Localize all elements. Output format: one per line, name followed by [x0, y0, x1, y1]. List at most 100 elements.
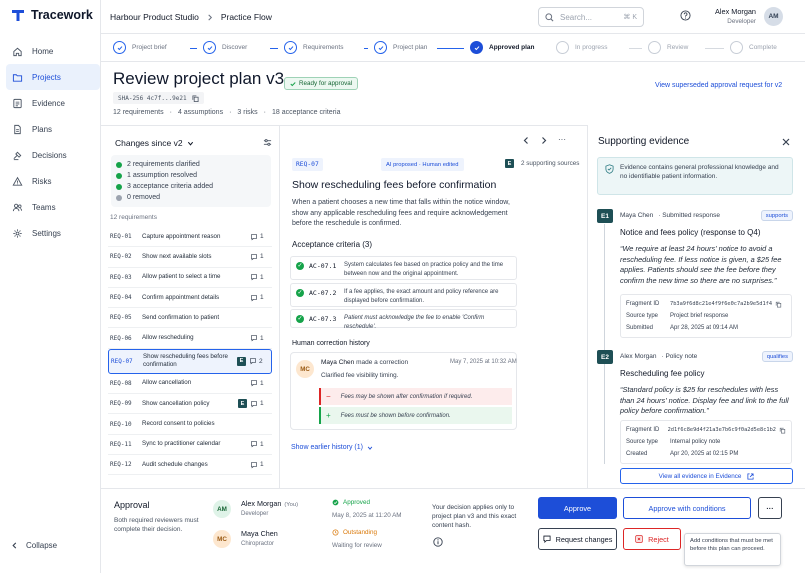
copy-icon[interactable] — [192, 94, 199, 102]
changes-title: Changes since v2 — [115, 138, 183, 148]
step-label: Review — [667, 44, 689, 51]
comment-count-value: 1 — [260, 461, 264, 469]
sidebar-item-plans[interactable]: Plans — [6, 116, 100, 142]
sidebar-item-projects[interactable]: Projects — [6, 64, 100, 90]
requirement-row[interactable]: REQ-09 Show cancellation policy E 1 — [108, 394, 272, 415]
step-in-progress[interactable]: In progress — [556, 41, 608, 54]
requirement-row[interactable]: REQ-07 Show rescheduling fees before conf… — [108, 348, 272, 374]
requirement-id: REQ-03 — [110, 273, 132, 281]
step-complete[interactable]: Complete — [730, 41, 777, 54]
request-changes-button[interactable]: Request changes — [538, 528, 617, 550]
close-icon[interactable] — [782, 138, 790, 146]
field-row: Source type Internal policy note — [626, 436, 786, 448]
comment-icon — [250, 461, 258, 469]
step-review[interactable]: Review — [648, 41, 688, 54]
breadcrumb-workspace[interactable]: Harbour Product Studio — [110, 12, 199, 22]
app-name: Tracework — [31, 8, 93, 22]
app-logo[interactable]: Tracework — [11, 8, 93, 22]
changes-dropdown[interactable]: Changes since v2 — [115, 138, 194, 148]
sidebar-item-teams[interactable]: Teams — [6, 194, 100, 220]
meta-item: 12 requirements — [113, 109, 164, 116]
breadcrumb-project[interactable]: Practice Flow — [221, 12, 272, 22]
avatar[interactable]: AM — [764, 7, 783, 26]
step-project-plan[interactable]: Project plan — [374, 41, 427, 54]
view-all-evidence-button[interactable]: View all evidence in Evidence — [620, 468, 793, 484]
requirement-name: Allow patient to select a time — [142, 273, 221, 281]
evidence-author: Maya Chen — [620, 212, 654, 219]
status-dot-icon — [116, 194, 122, 201]
external-link-icon — [747, 472, 754, 480]
sidebar-item-settings[interactable]: Settings — [6, 220, 100, 246]
user-menu[interactable]: Alex Morgan Developer — [713, 7, 756, 25]
requirement-row[interactable]: REQ-01 Capture appointment reason 1 — [108, 227, 272, 248]
diff-added: + Fees must be shown before confirmation… — [319, 407, 512, 424]
supporting-sources[interactable]: E 2 supporting sources — [505, 159, 579, 168]
evidence-quote: “Standard policy is $25 for reschedules … — [620, 385, 789, 415]
sidebar-item-risks[interactable]: Risks — [6, 168, 100, 194]
search-shortcut: ⌘ K — [623, 14, 637, 21]
approve-button[interactable]: Approve — [538, 497, 617, 519]
filter-icon[interactable] — [263, 138, 272, 147]
history-note: Clarified fee visibility timing. — [321, 372, 399, 379]
requirement-row[interactable]: REQ-12 Audit schedule changes 1 — [108, 455, 272, 476]
help-icon[interactable] — [680, 10, 691, 21]
requirement-row[interactable]: REQ-02 Show next available slots 1 — [108, 247, 272, 268]
search-input[interactable]: Search... ⌘ K — [538, 7, 644, 27]
check-circle-icon: ✓ — [296, 315, 304, 323]
document-icon — [12, 124, 23, 135]
field-row: Fragment ID 2d1f6c8e9d4f21a3e7b6c9f0a2d5e… — [626, 424, 786, 436]
sidebar-item-evidence[interactable]: Evidence — [6, 90, 100, 116]
reviewer-you: (You) — [284, 502, 299, 508]
field-row: Created Apr 20, 2025 at 02:15 PM — [626, 448, 786, 460]
sidebar-item-decisions[interactable]: Decisions — [6, 142, 100, 168]
superseded-link[interactable]: View superseded approval request for v2 — [655, 82, 782, 89]
sidebar-item-label: Teams — [32, 202, 56, 212]
sidebar-item-label: Settings — [32, 228, 61, 238]
warning-icon — [12, 176, 23, 187]
comment-count: 1 — [250, 461, 272, 469]
show-earlier-history[interactable]: Show earlier history (1) — [291, 444, 373, 451]
collapse-button[interactable]: Collapse — [11, 541, 57, 550]
requirement-description: When a patient chooses a new time that f… — [292, 199, 510, 227]
requirement-row[interactable]: REQ-03 Allow patient to select a time 1 — [108, 268, 272, 288]
reject-label: Reject — [648, 534, 669, 544]
more-options-icon[interactable]: ··· — [558, 136, 566, 145]
step-discover[interactable]: Discover — [203, 41, 247, 54]
reject-button[interactable]: Reject — [623, 528, 681, 550]
requirement-id: REQ-05 — [110, 314, 132, 322]
comment-icon — [250, 253, 258, 261]
gear-icon — [12, 228, 23, 239]
requirement-row[interactable]: REQ-08 Allow cancellation 1 — [108, 374, 272, 395]
requirement-row[interactable]: REQ-11 Sync to practitioner calendar 1 — [108, 435, 272, 455]
relation-badge: qualifies — [761, 351, 793, 362]
summary-item: 3 acceptance criteria added — [116, 181, 266, 192]
step-requirements[interactable]: Requirements — [284, 41, 343, 54]
more-actions-button[interactable]: ··· — [758, 497, 782, 519]
copy-icon[interactable] — [775, 301, 782, 308]
next-button[interactable] — [540, 136, 548, 145]
step-approved-plan[interactable]: Approved plan — [470, 41, 535, 54]
decision-note-text: Your decision applies only to project pl… — [432, 504, 517, 529]
decision-note: Your decision applies only to project pl… — [432, 503, 532, 530]
history-heading: Human correction history — [292, 340, 370, 347]
approve-with-conditions-button[interactable]: Approve with conditions — [623, 497, 751, 519]
shield-check-icon — [605, 164, 614, 174]
criterion-text: Patient must acknowledge the fee to enab… — [344, 315, 485, 330]
comment-icon — [250, 440, 258, 448]
requirement-id: REQ-09 — [110, 400, 132, 408]
previous-button[interactable] — [522, 136, 530, 145]
requirement-id: REQ-02 — [110, 253, 132, 261]
requirement-row[interactable]: REQ-06 Allow rescheduling 1 — [108, 328, 272, 349]
sidebar-item-home[interactable]: Home — [6, 38, 100, 64]
evidence-item-badge: E2 — [597, 350, 613, 364]
sidebar-item-label: Projects — [32, 72, 61, 82]
requirement-row[interactable]: REQ-04 Confirm appointment details 1 — [108, 288, 272, 309]
evidence-badge: E — [237, 356, 246, 366]
comment-icon — [250, 233, 258, 241]
requirement-row[interactable]: REQ-10 Record consent to policies — [108, 414, 272, 435]
copy-icon[interactable] — [779, 427, 786, 434]
step-project-brief[interactable]: Project brief — [113, 41, 167, 54]
evidence-fields: Fragment ID 7b3a9f6d8c21e4f9f6e0c7a2b9e5d… — [620, 294, 792, 338]
requirement-row[interactable]: REQ-05 Send confirmation to patient — [108, 308, 272, 329]
requirement-name: Record consent to policies — [142, 420, 215, 428]
